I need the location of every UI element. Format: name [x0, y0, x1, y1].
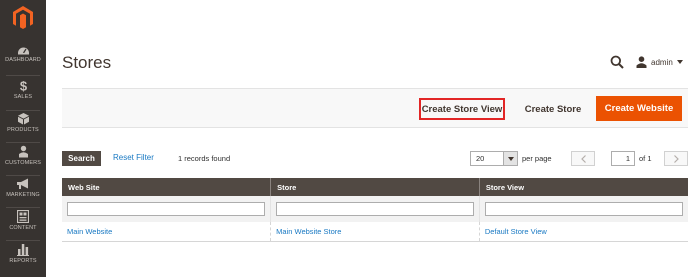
sidebar-item-sales[interactable]: $ SALES: [0, 79, 46, 113]
caret-down-icon: [676, 60, 683, 64]
per-page-dropdown-toggle[interactable]: [503, 152, 517, 165]
chevron-left-icon: [580, 154, 586, 163]
sidebar-divider: [6, 75, 40, 76]
filter-cell: [62, 196, 272, 222]
chevron-right-icon: [673, 154, 679, 163]
admin-username: admin: [651, 57, 673, 67]
sidebar-item-label: REPORTS: [9, 258, 37, 264]
user-icon: [636, 56, 647, 68]
sidebar-divider: [6, 240, 40, 241]
website-filter-input[interactable]: [67, 202, 266, 216]
admin-user-menu[interactable]: admin: [636, 55, 683, 69]
next-page-button[interactable]: [664, 151, 688, 166]
page-title: Stores: [62, 53, 112, 72]
create-store-button[interactable]: Create Store: [518, 98, 588, 120]
create-store-view-button[interactable]: Create Store View: [419, 98, 505, 120]
caret-down-icon: [507, 156, 514, 161]
global-search-button[interactable]: [610, 55, 624, 69]
megaphone-icon: [17, 178, 28, 189]
records-found-count: 1 records found: [178, 154, 231, 163]
total-pages-label: of 1: [639, 154, 652, 163]
stores-grid: Web Site Store Store View Main Website M…: [62, 178, 688, 242]
create-website-button[interactable]: Create Website: [596, 96, 682, 121]
content-icon: [17, 210, 29, 223]
table-cell: Main Website Store: [270, 222, 480, 242]
filter-cell: [270, 196, 480, 222]
sidebar-item-customers[interactable]: CUSTOMERS: [0, 145, 46, 179]
store-link[interactable]: Main Website Store: [276, 227, 341, 236]
magento-logo[interactable]: [0, 0, 46, 36]
sidebar-divider: [6, 207, 40, 208]
sidebar-item-products[interactable]: PRODUCTS: [0, 112, 46, 146]
page-actions-bar: Create Store View Create Store Create We…: [62, 88, 688, 128]
website-link[interactable]: Main Website: [67, 227, 112, 236]
sidebar-item-label: DASHBOARD: [5, 57, 41, 63]
magento-logo-icon: [13, 6, 33, 29]
per-page-select[interactable]: 20: [470, 151, 518, 166]
sidebar-item-label: PRODUCTS: [7, 127, 39, 133]
store-filter-input[interactable]: [276, 202, 474, 216]
per-page-label: per page: [522, 154, 552, 163]
sidebar-item-label: MARKETING: [6, 192, 40, 198]
current-page-input[interactable]: [611, 151, 635, 166]
grid-header-row: Web Site Store Store View: [62, 178, 688, 196]
admin-sidebar: DASHBOARD $ SALES PRODUCTS CUSTOMERS MAR…: [0, 0, 46, 277]
reset-filter-link[interactable]: Reset Filter: [113, 153, 154, 162]
sidebar-item-label: SALES: [13, 94, 33, 100]
table-cell: Default Store View: [479, 222, 688, 242]
table-cell: Main Website: [62, 222, 272, 242]
customers-icon: [18, 145, 28, 158]
sidebar-divider: [6, 142, 40, 143]
grid-search-button[interactable]: Search: [62, 151, 101, 166]
filter-cell: [479, 196, 688, 222]
sidebar-divider: [6, 110, 40, 111]
search-icon: [610, 55, 624, 69]
store-view-link[interactable]: Default Store View: [485, 227, 547, 236]
store-view-filter-input[interactable]: [484, 202, 683, 216]
grid-filter-row: [62, 196, 688, 222]
previous-page-button[interactable]: [571, 151, 595, 166]
bar-chart-icon: [17, 244, 29, 256]
per-page-value: 20: [476, 154, 485, 163]
column-header-store-view[interactable]: Store View: [479, 178, 688, 196]
sidebar-item-dashboard[interactable]: DASHBOARD: [0, 44, 46, 78]
sidebar-item-reports[interactable]: REPORTS: [0, 243, 46, 277]
svg-text:$: $: [19, 79, 27, 92]
column-header-website[interactable]: Web Site: [62, 178, 272, 196]
sidebar-divider: [6, 175, 40, 176]
sidebar-item-label: CONTENT: [9, 225, 37, 231]
sidebar-item-label: CUSTOMERS: [5, 160, 41, 166]
column-header-store[interactable]: Store: [270, 178, 480, 196]
dashboard-icon: [17, 47, 29, 55]
sidebar-item-content[interactable]: CONTENT: [0, 210, 46, 244]
cube-icon: [17, 113, 29, 125]
table-row: Main Website Main Website Store Default …: [62, 222, 688, 242]
dollar-icon: $: [19, 79, 27, 92]
